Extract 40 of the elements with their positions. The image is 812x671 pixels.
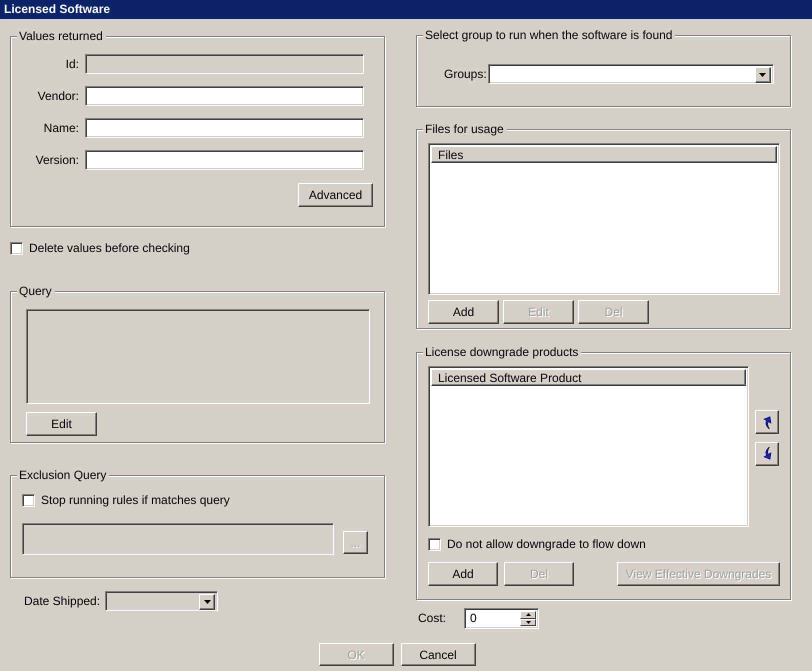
field-label: Name: <box>42 120 80 136</box>
group-title: Select group to run when the software is found <box>423 28 676 42</box>
text-field[interactable] <box>85 118 364 138</box>
field-label: Groups: <box>444 66 487 82</box>
group-title: Query <box>17 284 55 298</box>
text-field[interactable] <box>85 150 364 170</box>
file-list[interactable]: Files <box>428 143 780 295</box>
field-label: Cost: <box>418 611 448 626</box>
checkbox[interactable] <box>22 494 35 508</box>
dialog-button[interactable]: Cancel <box>400 643 476 666</box>
group-title: Values returned <box>17 29 106 43</box>
text-field[interactable] <box>85 86 364 106</box>
groups-dropdown[interactable] <box>488 64 774 84</box>
downgrade-button[interactable]: Add <box>428 562 498 586</box>
checkbox-label: Delete values before checking <box>29 241 190 256</box>
group-title: License downgrade products <box>423 345 582 359</box>
spin-down-icon <box>526 620 530 624</box>
spin-up-icon <box>526 613 530 616</box>
caret-icon <box>204 600 210 604</box>
column-header[interactable]: Licensed Software Product <box>431 369 746 386</box>
move-down-button[interactable] <box>755 442 779 466</box>
column-header[interactable]: Files <box>431 146 777 163</box>
field-label: Vendor: <box>36 88 80 104</box>
field-label: Id: <box>64 56 80 72</box>
checkbox[interactable] <box>10 242 23 255</box>
move-up-button[interactable] <box>755 410 779 434</box>
field-label: Date Shipped: <box>24 594 102 609</box>
caret-icon <box>759 73 766 77</box>
product-list[interactable]: Licensed Software Product <box>428 366 749 527</box>
checkbox[interactable] <box>428 538 441 551</box>
field-label: Version: <box>34 152 80 168</box>
cost-spinner[interactable]: 0 <box>464 608 539 629</box>
window-title: Licensed Software <box>0 0 812 19</box>
group-title: Files for usage <box>423 122 507 136</box>
checkbox-label: Do not allow downgrade to flow down <box>447 537 646 552</box>
files-button[interactable]: Add <box>428 300 499 324</box>
group-title: Exclusion Query <box>17 468 110 482</box>
cost-field[interactable]: 0 <box>467 611 520 626</box>
advanced-button[interactable]: Advanced <box>298 183 373 207</box>
checkbox-label: Stop running rules if matches query <box>41 493 230 508</box>
